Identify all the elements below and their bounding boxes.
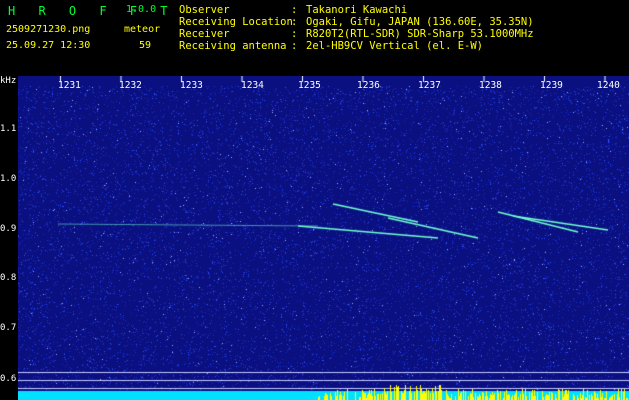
x-tick-label: 1235 xyxy=(298,80,321,91)
x-tick-label: 1233 xyxy=(180,80,203,91)
y-tick-label: 1.1 xyxy=(0,124,17,134)
y-tick-label: 1.0 xyxy=(0,174,17,184)
x-tick-label: 1238 xyxy=(479,80,502,91)
meteor-count: 59 xyxy=(139,40,152,51)
info-label-location: Receiving Location xyxy=(179,16,293,28)
x-tick-label: 1236 xyxy=(357,80,380,91)
info-value-location: Ogaki, Gifu, JAPAN (136.60E, 35.35N) xyxy=(306,16,534,28)
info-label-antenna: Receiving antenna xyxy=(179,40,287,52)
x-tick-label: 1232 xyxy=(119,80,142,91)
y-tick-label: 0.9 xyxy=(0,224,17,234)
app-version: 1.0.0 xyxy=(126,4,157,15)
x-tick-label: 1237 xyxy=(418,80,441,91)
y-unit-label: kHz xyxy=(0,76,17,86)
x-tick-label: 1239 xyxy=(540,80,563,91)
info-label-receiver: Receiver xyxy=(179,28,230,40)
info-colon: : xyxy=(291,28,298,40)
info-colon: : xyxy=(291,16,298,28)
info-label-observer: Observer xyxy=(179,4,230,16)
y-tick-label: 0.6 xyxy=(0,374,17,384)
info-value-receiver: R820T2(RTL-SDR) SDR-Sharp 53.1000MHz xyxy=(306,28,534,40)
meteor-label: meteor xyxy=(124,24,161,35)
y-tick-label: 0.8 xyxy=(0,273,17,283)
y-tick-label: 0.7 xyxy=(0,323,17,333)
y-axis: kHz 1.1 1.0 0.9 0.8 0.7 0.6 xyxy=(0,76,18,400)
x-tick-label: 1231 xyxy=(58,80,81,91)
header-panel: H R O F F T 1.0.0 2509271230.png meteor … xyxy=(0,0,629,76)
info-colon: : xyxy=(291,40,298,52)
datetime: 25.09.27 12:30 xyxy=(6,40,91,51)
spectrogram-canvas xyxy=(18,76,629,400)
info-colon: : xyxy=(291,4,298,16)
info-value-antenna: 2el-HB9CV Vertical (el. E-W) xyxy=(306,40,484,52)
x-tick-label: 1240 xyxy=(597,80,620,91)
x-tick-label: 1234 xyxy=(241,80,264,91)
file-name: 2509271230.png xyxy=(6,24,91,35)
info-value-observer: Takanori Kawachi xyxy=(306,4,408,16)
